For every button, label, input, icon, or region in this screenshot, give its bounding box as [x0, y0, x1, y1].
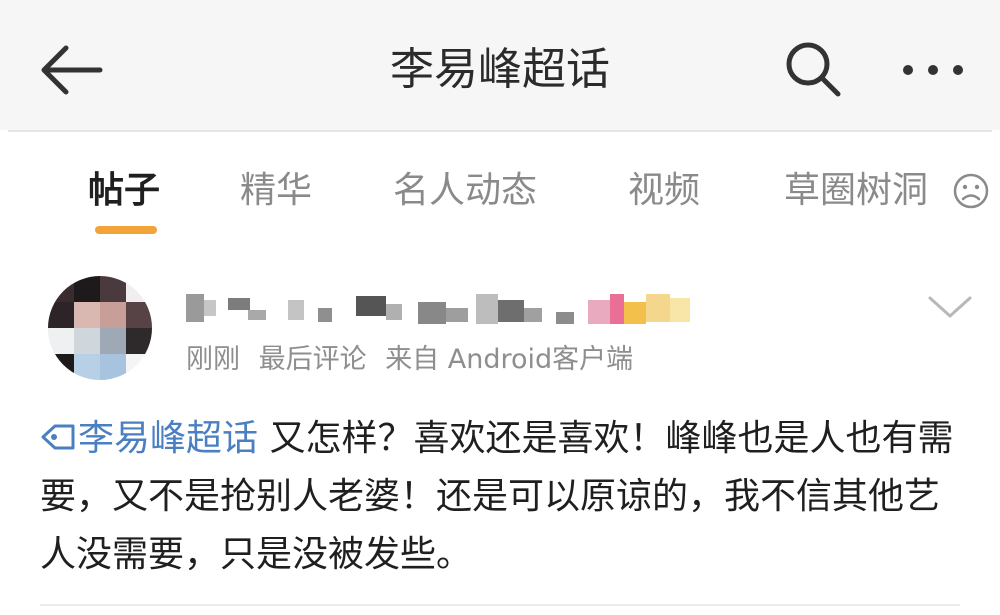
topic-link[interactable]: 李易峰超话 — [40, 418, 258, 459]
more-icon — [903, 65, 963, 75]
post-divider — [40, 604, 960, 606]
tab-featured[interactable]: 精华 — [240, 167, 312, 215]
post-options-button[interactable] — [926, 290, 974, 324]
post-content: 李易峰超话 又怎样？喜欢还是喜欢！峰峰也是人也有需要，又不是抢别人老婆！还是可以… — [40, 410, 970, 584]
tab-videos[interactable]: 视频 — [628, 167, 700, 215]
post-meta: 刚刚 最后评论 来自 Android客户端 — [186, 340, 643, 380]
search-icon — [786, 42, 841, 97]
post-last-comment: 最后评论 — [258, 344, 367, 375]
post-time: 刚刚 — [186, 344, 240, 375]
active-tab-indicator — [95, 226, 157, 234]
chevron-down-icon — [928, 296, 972, 318]
sad-face-icon — [953, 173, 989, 209]
page-title: 李易峰超话 — [390, 44, 610, 95]
topic-icon — [41, 424, 75, 450]
tab-celebrity-updates[interactable]: 名人动态 — [393, 167, 537, 215]
tab-posts[interactable]: 帖子 — [88, 167, 160, 215]
username-redacted[interactable] — [186, 290, 706, 326]
search-button[interactable] — [782, 38, 844, 100]
top-nav-bar: 李易峰超话 — [0, 0, 1000, 130]
topic-label: 李易峰超话 — [78, 418, 259, 459]
more-button[interactable] — [898, 50, 968, 90]
tab-tree-hole[interactable]: 草圈树洞 — [784, 167, 928, 215]
avatar[interactable] — [48, 276, 152, 380]
post-source: 来自 Android客户端 — [385, 344, 634, 375]
